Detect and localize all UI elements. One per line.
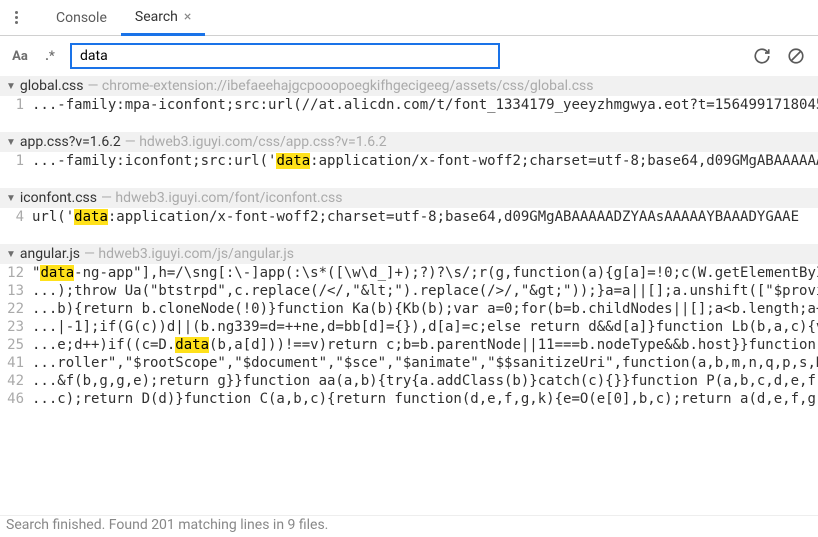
- kebab-menu[interactable]: [8, 10, 24, 26]
- disclosure-triangle-icon: ▼: [6, 137, 16, 148]
- code-snippet: url('data:application/x-font-woff2;chars…: [32, 209, 799, 225]
- result-line[interactable]: 23...|-1];if(G(c))d||(b.ng339=d=++ne,d=b…: [0, 318, 818, 336]
- file-path: — hdweb3.iguyi.com/css/app.css?v=1.6.2: [125, 134, 387, 150]
- code-snippet: "data-ng-app"],h=/\sng[:\-]app(:\s*([\w\…: [32, 265, 818, 281]
- result-line[interactable]: 4url('data:application/x-font-woff2;char…: [0, 208, 818, 226]
- status-bar: Search finished. Found 201 matching line…: [0, 515, 818, 537]
- search-input[interactable]: [70, 43, 500, 69]
- code-snippet: ...&f(b,g,g,e);return g}}function aa(a,b…: [32, 373, 818, 389]
- code-snippet: ...-family:mpa-iconfont;src:url(//at.ali…: [32, 97, 818, 113]
- result-line[interactable]: 13...);throw Ua("btstrpd",c.replace(/</,…: [0, 282, 818, 300]
- tab-console[interactable]: Console: [42, 2, 121, 34]
- result-line[interactable]: 46...c);return D(d)}function C(a,b,c){re…: [0, 390, 818, 408]
- result-line[interactable]: 42...&f(b,g,g,e);return g}}function aa(a…: [0, 372, 818, 390]
- code-snippet: ...roller","$rootScope","$document","$sc…: [32, 355, 818, 371]
- file-name: angular.js: [20, 246, 80, 262]
- line-number: 22: [0, 301, 32, 317]
- code-snippet: ...c);return D(d)}function C(a,b,c){retu…: [32, 391, 818, 407]
- result-line[interactable]: 22...b){return b.cloneNode(!0)}function …: [0, 300, 818, 318]
- file-name: global.css: [20, 78, 84, 94]
- result-line[interactable]: 1...-family:mpa-iconfont;src:url(//at.al…: [0, 96, 818, 114]
- result-line[interactable]: 12"data-ng-app"],h=/\sng[:\-]app(:\s*([\…: [0, 264, 818, 282]
- line-number: 4: [0, 209, 32, 225]
- disclosure-triangle-icon: ▼: [6, 81, 16, 92]
- close-icon[interactable]: ×: [184, 9, 191, 25]
- disclosure-triangle-icon: ▼: [6, 249, 16, 260]
- devtools-tabbar: Console Search ×: [0, 0, 818, 36]
- file-name: app.css?v=1.6.2: [20, 134, 121, 150]
- line-number: 25: [0, 337, 32, 353]
- file-path: — chrome-extension://ibefaeehajgcpooopoe…: [88, 78, 594, 94]
- file-header[interactable]: ▼ angular.js — hdweb3.iguyi.com/js/angula…: [0, 244, 818, 264]
- line-number: 46: [0, 391, 32, 407]
- line-number: 12: [0, 265, 32, 281]
- regex-toggle[interactable]: .*: [40, 49, 60, 64]
- line-number: 13: [0, 283, 32, 299]
- disclosure-triangle-icon: ▼: [6, 193, 16, 204]
- clear-button[interactable]: [784, 44, 808, 68]
- file-path: — hdweb3.iguyi.com/js/angular.js: [84, 246, 294, 262]
- code-snippet: ...);throw Ua("btstrpd",c.replace(/</,"&…: [32, 283, 818, 299]
- result-line[interactable]: 25...e;d++)if((c=D.data(b,a[d]))!==v)ret…: [0, 336, 818, 354]
- tab-search-label: Search: [135, 9, 178, 25]
- file-header[interactable]: ▼ global.css — chrome-extension://ibefaee…: [0, 76, 818, 96]
- line-number: 1: [0, 97, 32, 113]
- result-line[interactable]: 41...roller","$rootScope","$document","$…: [0, 354, 818, 372]
- code-snippet: ...e;d++)if((c=D.data(b,a[d]))!==v)retur…: [32, 337, 818, 353]
- file-header[interactable]: ▼ app.css?v=1.6.2 — hdweb3.iguyi.com/css/…: [0, 132, 818, 152]
- code-snippet: ...-family:iconfont;src:url('data:applic…: [32, 153, 818, 169]
- code-snippet: ...b){return b.cloneNode(!0)}function Ka…: [32, 301, 818, 317]
- file-name: iconfont.css: [20, 190, 97, 206]
- file-path: — hdweb3.iguyi.com/font/iconfont.css: [101, 190, 342, 206]
- search-highlight: data: [40, 265, 74, 281]
- search-toolbar: Aa .*: [0, 36, 818, 76]
- tab-search[interactable]: Search ×: [121, 1, 206, 36]
- code-snippet: ...|-1];if(G(c))d||(b.ng339=d=++ne,d=bb[…: [32, 319, 818, 335]
- line-number: 41: [0, 355, 32, 371]
- tab-console-label: Console: [56, 10, 107, 26]
- search-highlight: data: [175, 337, 209, 353]
- result-line[interactable]: 1...-family:iconfont;src:url('data:appli…: [0, 152, 818, 170]
- file-header[interactable]: ▼ iconfont.css — hdweb3.iguyi.com/font/ic…: [0, 188, 818, 208]
- line-number: 23: [0, 319, 32, 335]
- refresh-button[interactable]: [750, 44, 774, 68]
- search-highlight: data: [276, 153, 310, 169]
- line-number: 1: [0, 153, 32, 169]
- search-highlight: data: [74, 209, 108, 225]
- search-results: ▼ global.css — chrome-extension://ibefaee…: [0, 76, 818, 515]
- match-case-toggle[interactable]: Aa: [10, 49, 30, 64]
- line-number: 42: [0, 373, 32, 389]
